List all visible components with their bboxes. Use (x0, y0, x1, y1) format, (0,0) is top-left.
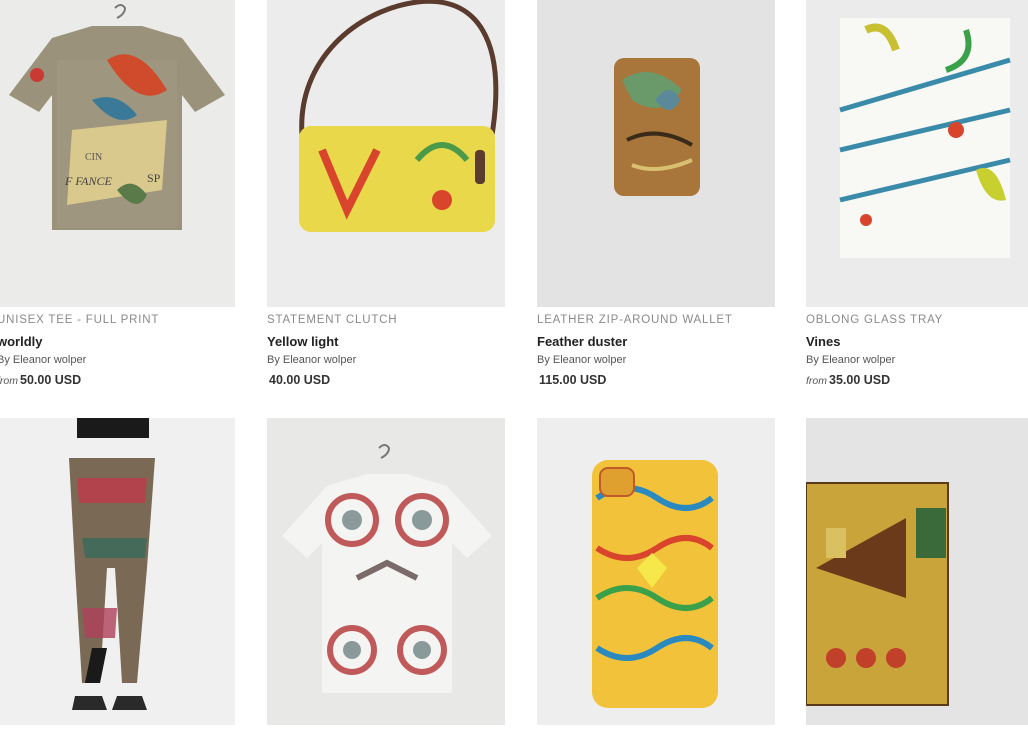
price-value: 115.00 USD (539, 373, 607, 387)
product-card-wallet[interactable]: LEATHER ZIP-AROUND WALLET Feather duster… (537, 0, 775, 389)
product-price: 40.00 USD (267, 372, 505, 389)
price-value: 50.00 USD (20, 373, 82, 387)
product-title[interactable]: worldly (0, 334, 235, 350)
product-type: UNISEX TEE - FULL PRINT (0, 314, 160, 326)
product-card-clutch[interactable]: STATEMENT CLUTCH Yellow light By Eleanor… (267, 0, 505, 389)
product-image-wallet[interactable] (537, 0, 775, 307)
price-value: 35.00 USD (829, 373, 891, 387)
product-card-tee-2[interactable] (267, 418, 505, 725)
product-type: OBLONG GLASS TRAY (806, 314, 944, 326)
product-card-phone-case[interactable] (537, 418, 775, 725)
price-from-label: from (0, 375, 18, 387)
product-card-art-print[interactable] (806, 418, 1028, 725)
product-image-leggings[interactable] (0, 418, 235, 725)
product-artist[interactable]: By Eleanor wolper (806, 353, 1028, 367)
product-type: STATEMENT CLUTCH (267, 314, 398, 326)
product-image-phone-case[interactable] (537, 418, 775, 725)
product-image-clutch[interactable] (267, 0, 505, 307)
price-from-label: from (806, 375, 827, 387)
product-card-leggings[interactable] (0, 418, 235, 725)
product-artist[interactable]: By Eleanor wolper (0, 353, 235, 367)
product-type: LEATHER ZIP-AROUND WALLET (537, 314, 733, 326)
product-image-tee[interactable]: CIN F FANCE SP (0, 0, 235, 307)
product-title[interactable]: Feather duster (537, 334, 775, 350)
product-image-tee-2[interactable] (267, 418, 505, 725)
tee-print-text-2: F FANCE (64, 174, 112, 188)
product-artist[interactable]: By Eleanor wolper (267, 353, 505, 367)
product-price: from 35.00 USD (806, 372, 1028, 389)
product-card-tee[interactable]: CIN F FANCE SP UNISEX TEE - FULL PRINT w… (0, 0, 235, 389)
tee-print-text-1: CIN (85, 152, 102, 163)
product-artist[interactable]: By Eleanor wolper (537, 353, 775, 367)
price-value: 40.00 USD (269, 373, 331, 387)
product-card-tray[interactable]: OBLONG GLASS TRAY Vines By Eleanor wolpe… (806, 0, 1028, 389)
product-title[interactable]: Vines (806, 334, 1028, 350)
product-price: 115.00 USD (537, 372, 775, 389)
product-image-art-print[interactable] (806, 418, 1028, 725)
tee-print-text-3: SP (147, 171, 161, 185)
product-title[interactable]: Yellow light (267, 334, 505, 350)
product-price: from50.00 USD (0, 372, 235, 389)
product-image-tray[interactable] (806, 0, 1028, 307)
